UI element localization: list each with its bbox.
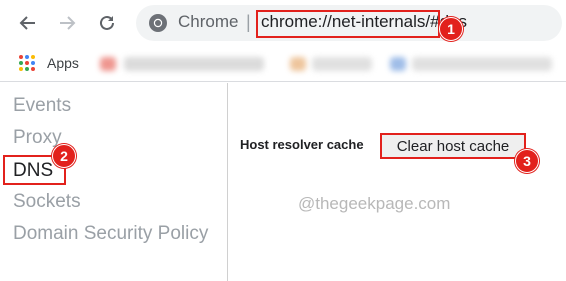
omnibox-separator: | [246,12,251,32]
host-resolver-cache-label: Host resolver cache [240,137,364,152]
sidebar-item-proxy[interactable]: Proxy [13,127,62,149]
url-highlight-box [256,10,440,38]
step-badge-1: 1 [439,17,463,41]
reload-icon [100,15,114,30]
reload-button[interactable] [93,9,121,37]
sidebar-item-sockets[interactable]: Sockets [13,191,81,213]
bookmarks-bar: Apps [0,46,566,82]
sidebar-item-events[interactable]: Events [13,95,71,117]
back-arrow-icon [19,16,35,30]
blurred-favicon [290,57,306,71]
blurred-bookmark [312,57,372,71]
back-button[interactable] [14,9,42,37]
clear-host-cache-button[interactable]: Clear host cache [380,133,526,159]
blurred-favicon [100,57,116,71]
chrome-logo-icon [149,14,167,32]
blurred-bookmark [412,57,552,71]
apps-grid-icon[interactable] [19,55,35,71]
blurred-bookmark [124,57,264,71]
step-badge-2: 2 [52,144,76,168]
sidebar-item-domain-security-policy[interactable]: Domain Security Policy [13,223,208,245]
apps-bookmark-label[interactable]: Apps [47,55,79,71]
blurred-favicon [390,57,406,71]
omnibox-chrome-label: Chrome [178,12,239,31]
browser-toolbar: Chrome | chrome://net-internals/#dns 1 [0,0,566,46]
watermark: @thegeekpage.com [298,194,451,213]
step-badge-3: 3 [515,149,539,173]
forward-button[interactable] [53,9,81,37]
forward-arrow-icon [60,16,76,30]
